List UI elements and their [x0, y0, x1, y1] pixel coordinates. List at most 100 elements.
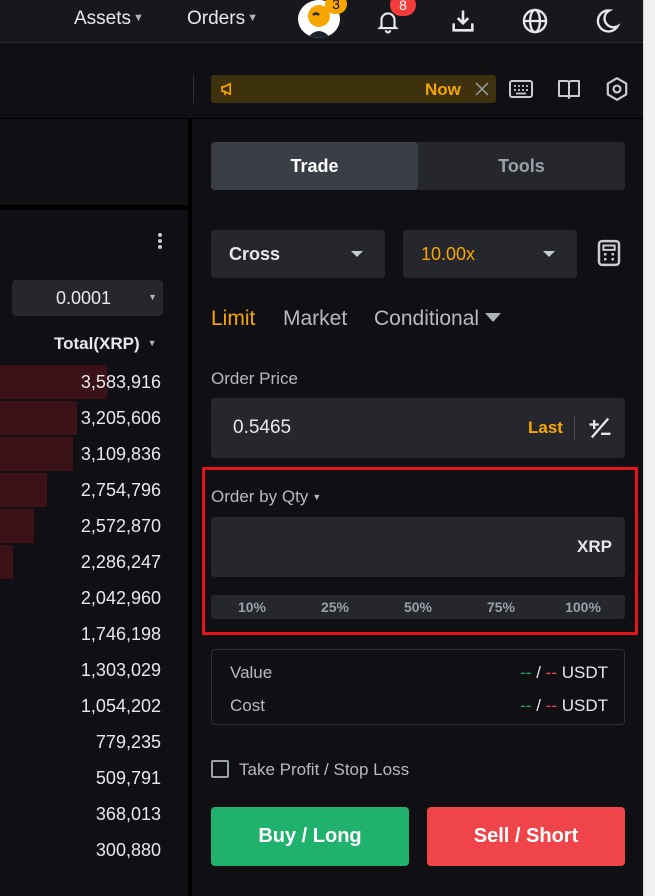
- settings-button[interactable]: [601, 73, 633, 105]
- orderbook-total: 2,754,796: [80, 480, 161, 500]
- cost-row: Cost -- / -- USDT: [230, 696, 608, 716]
- caret-down-icon: ▼: [247, 12, 258, 24]
- margin-mode-select[interactable]: Cross: [211, 230, 385, 278]
- last-price-button[interactable]: Last: [528, 418, 563, 438]
- orderbook-total: 509,791: [95, 768, 161, 788]
- download-button[interactable]: [445, 3, 481, 39]
- caret-down-icon: [485, 313, 502, 322]
- plus-minus-icon[interactable]: [586, 414, 614, 442]
- tab-trade[interactable]: Trade: [211, 142, 418, 190]
- pct-75-button[interactable]: 75%: [471, 599, 531, 615]
- orderbook-total: 1,746,198: [80, 624, 161, 644]
- orderbook-total: 3,109,836: [80, 444, 161, 464]
- tpsl-checkbox[interactable]: Take Profit / Stop Loss: [211, 760, 409, 780]
- buy-long-button[interactable]: Buy / Long: [211, 807, 409, 866]
- pct-100-button[interactable]: 100%: [553, 599, 613, 615]
- keyboard-shortcuts-button[interactable]: [505, 73, 537, 105]
- sub-toolbar: Now: [0, 42, 643, 118]
- value-label: Value: [230, 663, 273, 682]
- total-header-label: Total(XRP): [54, 334, 140, 353]
- percentage-selector[interactable]: 10% 25% 50% 75% 100%: [211, 595, 625, 619]
- orderbook-row[interactable]: 2,042,960: [0, 581, 188, 617]
- page-scrollbar[interactable]: [643, 0, 655, 896]
- orderbook-row[interactable]: 2,286,247: [0, 545, 188, 581]
- order-type-limit[interactable]: Limit: [211, 307, 255, 331]
- orderbook-row[interactable]: 1,303,029: [0, 653, 188, 689]
- pct-25-button[interactable]: 25%: [305, 599, 365, 615]
- tick-size-select[interactable]: 0.0001 ▼: [12, 280, 163, 316]
- more-options-icon[interactable]: [150, 232, 170, 252]
- quantity-input[interactable]: XRP: [211, 517, 625, 577]
- order-summary: Value -- / -- USDT Cost -- / -- USDT: [211, 649, 625, 725]
- value-row: Value -- / -- USDT: [230, 663, 608, 683]
- orderbook-row[interactable]: 300,880: [0, 833, 188, 869]
- order-price-input[interactable]: 0.5465 Last: [211, 398, 625, 458]
- orderbook-row[interactable]: 3,583,916: [0, 365, 188, 401]
- margin-mode-value: Cross: [229, 244, 281, 264]
- orderbook-row[interactable]: 1,054,202: [0, 689, 188, 725]
- sell-short-button[interactable]: Sell / Short: [427, 807, 625, 866]
- top-nav: Assets ▼ Orders ▼ 3 8: [0, 0, 643, 42]
- orderbook-row[interactable]: 779,235: [0, 725, 188, 761]
- caret-down-icon: ▼: [148, 292, 157, 302]
- tpsl-label: Take Profit / Stop Loss: [239, 760, 410, 779]
- orderbook-total: 2,286,247: [80, 552, 161, 572]
- language-button[interactable]: [517, 3, 553, 39]
- caret-down-icon: ▼: [147, 338, 157, 348]
- layout-button[interactable]: [553, 73, 585, 105]
- depth-bar: [0, 509, 34, 543]
- orderbook-total: 1,303,029: [80, 660, 161, 680]
- moon-icon: [596, 9, 621, 33]
- announcement-bar[interactable]: Now: [211, 75, 496, 103]
- orderbook-row[interactable]: 509,791: [0, 761, 188, 797]
- orderbook-row[interactable]: 2,572,870: [0, 509, 188, 545]
- divider: [193, 75, 194, 103]
- orderbook-row[interactable]: 368,013: [0, 797, 188, 833]
- pct-10-button[interactable]: 10%: [222, 599, 282, 615]
- orders-label: Orders: [187, 8, 246, 29]
- book-icon: [558, 80, 580, 99]
- order-by-qty-select[interactable]: Order by Qty ▼: [211, 487, 321, 507]
- hexagon-settings-icon: [606, 77, 628, 101]
- orderbook-total: 2,572,870: [80, 516, 161, 536]
- cost-label: Cost: [230, 696, 265, 715]
- depth-bar: [0, 545, 13, 579]
- leverage-select[interactable]: 10.00x: [403, 230, 577, 278]
- divider: [574, 416, 575, 440]
- order-by-qty-label: Order by Qty: [211, 487, 309, 506]
- conditional-label: Conditional: [374, 307, 480, 330]
- globe-icon: [522, 8, 548, 34]
- depth-bar: [0, 437, 73, 471]
- calculator-button[interactable]: [594, 238, 626, 270]
- order-type-conditional[interactable]: Conditional: [374, 307, 502, 331]
- order-price-label: Order Price: [211, 369, 298, 388]
- megaphone-icon: [221, 82, 232, 96]
- assets-menu[interactable]: Assets ▼: [74, 8, 144, 30]
- panel-tabs: Trade Tools: [211, 142, 625, 190]
- orders-menu[interactable]: Orders ▼: [187, 8, 258, 30]
- orderbook-row[interactable]: 3,109,836: [0, 437, 188, 473]
- tab-tools[interactable]: Tools: [418, 142, 625, 190]
- orderbook-total: 368,013: [95, 804, 161, 824]
- notifications-badge: 8: [390, 0, 416, 16]
- caret-down-icon: [543, 251, 555, 257]
- order-type-market[interactable]: Market: [283, 307, 347, 331]
- depth-bar: [0, 473, 47, 507]
- close-icon[interactable]: [473, 80, 491, 98]
- total-column-header[interactable]: Total(XRP) ▼: [54, 334, 157, 354]
- caret-down-icon: [351, 251, 363, 257]
- pct-50-button[interactable]: 50%: [388, 599, 448, 615]
- orderbook-row[interactable]: 1,746,198: [0, 617, 188, 653]
- orderbook-total: 3,205,606: [80, 408, 161, 428]
- depth-bar: [0, 401, 77, 435]
- order-price-value: 0.5465: [233, 417, 292, 438]
- orderbook-total: 779,235: [95, 732, 161, 752]
- value-amount: -- / -- USDT: [520, 663, 608, 682]
- leverage-value: 10.00x: [421, 244, 476, 264]
- orderbook-row[interactable]: 2,754,796: [0, 473, 188, 509]
- orderbook-row[interactable]: 3,205,606: [0, 401, 188, 437]
- theme-toggle-button[interactable]: [589, 3, 625, 39]
- calculator-icon: [597, 239, 621, 267]
- divider: [0, 205, 188, 210]
- tick-size-value: 0.0001: [56, 288, 112, 308]
